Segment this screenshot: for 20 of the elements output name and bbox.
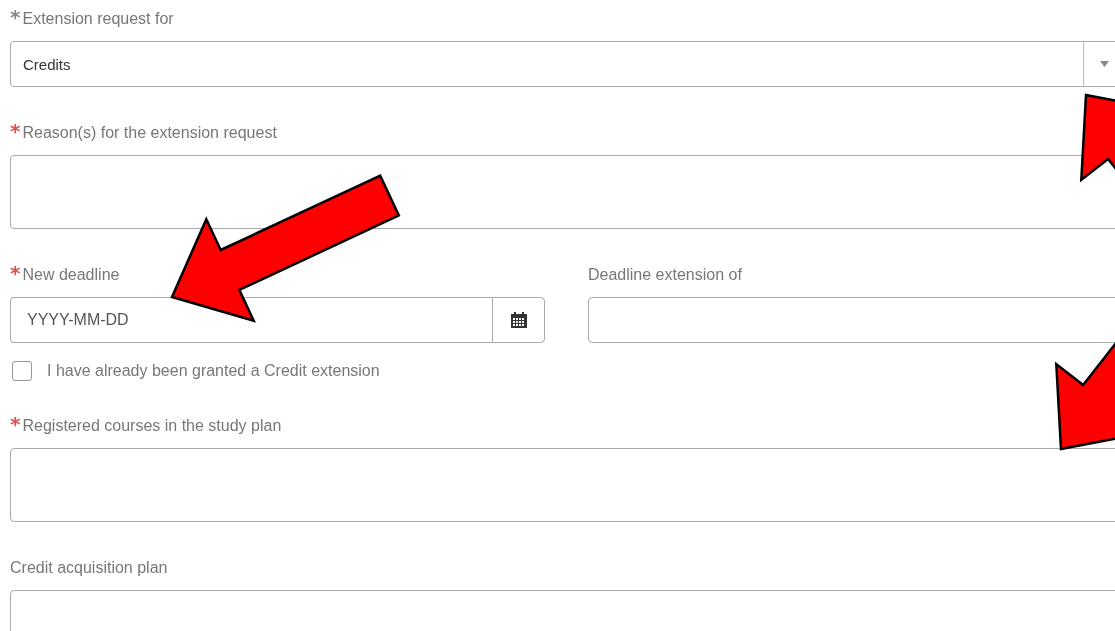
field-label: Credit acquisition plan [10, 558, 168, 578]
caret-icon [1099, 61, 1109, 67]
checkbox[interactable] [12, 361, 32, 381]
calendar-icon [510, 312, 527, 328]
field-label: Deadline extension of [588, 265, 742, 285]
text-field[interactable] [588, 297, 1115, 343]
required-asterisk: * [10, 122, 21, 140]
required-asterisk: * [10, 264, 21, 282]
field-label: Extension request for [22, 9, 174, 29]
checkbox-label: I have already been granted a Credit extension [47, 362, 380, 380]
field-label: Registered courses in the study plan [22, 416, 282, 436]
field-label: Reason(s) for the extension request [22, 123, 277, 143]
calendar-button[interactable] [492, 297, 545, 343]
required-asterisk: * [10, 415, 21, 433]
required-asterisk: * [10, 8, 21, 26]
dropdown[interactable]: Credits [10, 41, 1115, 87]
date-field[interactable]: YYYY-MM-DD [10, 297, 492, 343]
text-area[interactable] [10, 448, 1115, 522]
field-label: New deadline [22, 265, 120, 285]
text-area[interactable] [10, 155, 1115, 229]
